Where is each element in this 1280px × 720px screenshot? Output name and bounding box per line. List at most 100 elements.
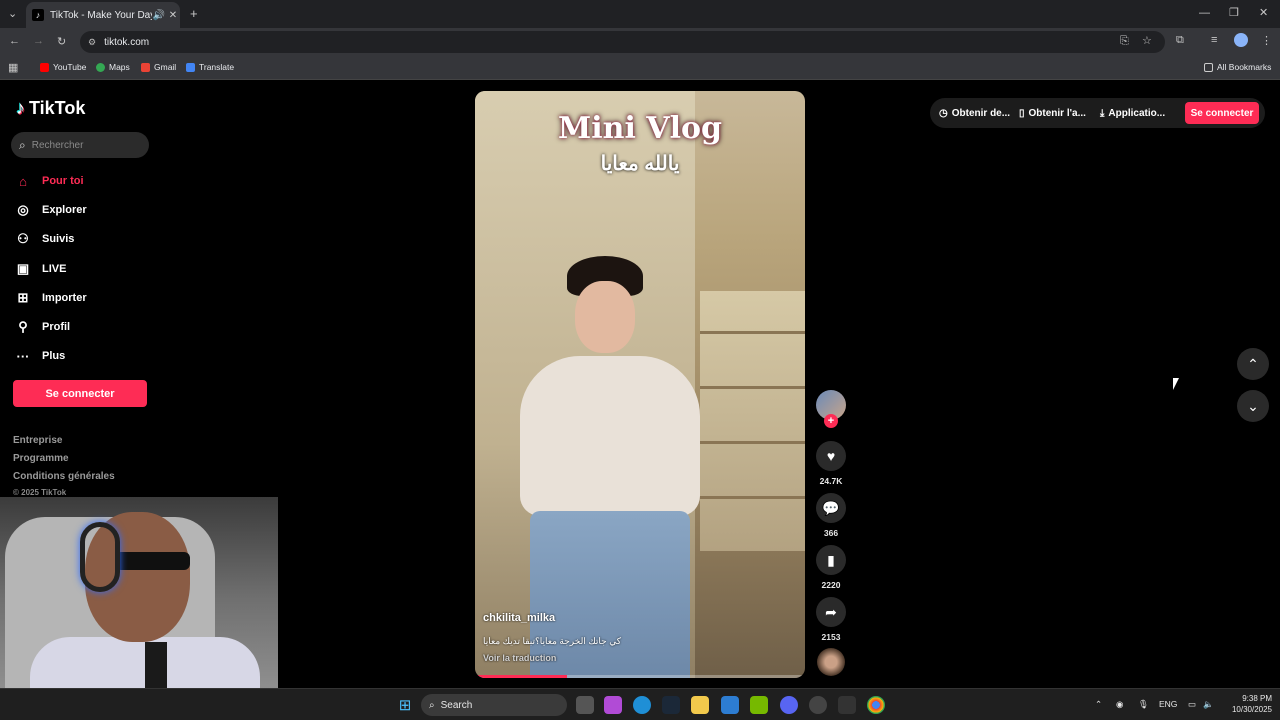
bookmark-star-icon[interactable]: ☆ (1142, 34, 1152, 47)
extensions-icon[interactable]: ⧉ (1176, 34, 1184, 47)
get-app-button[interactable]: ▯ Obtenir l'a... (1019, 102, 1086, 124)
app-icon[interactable] (809, 696, 827, 714)
nav-label: LIVE (42, 263, 67, 275)
tab-list-icon[interactable]: ⌄ (8, 7, 17, 20)
coin-icon: ◷ (939, 107, 948, 119)
next-video-button[interactable]: ⌄ (1237, 390, 1269, 422)
footer-link-programme[interactable]: Programme (13, 453, 69, 464)
microphone-icon[interactable]: 🎙 (1138, 699, 1149, 710)
login-button-sidebar[interactable]: Se connecter (13, 380, 147, 407)
video-shelf (700, 291, 805, 551)
file-explorer-icon[interactable] (691, 696, 709, 714)
bookmark-youtube[interactable]: YouTube (40, 62, 86, 72)
reload-icon[interactable]: ↻ (57, 35, 66, 48)
login-button-header[interactable]: Se connecter (1185, 102, 1259, 124)
footer-link-entreprise[interactable]: Entreprise (13, 435, 62, 446)
share-count: 2153 (821, 632, 841, 642)
share-button[interactable]: ➦ (816, 597, 846, 627)
close-tab-icon[interactable]: ✕ (166, 10, 180, 21)
taskbar-clock[interactable]: 9:38 PM 10/30/2025 (1222, 693, 1272, 715)
search-icon: ⌕ (429, 699, 435, 711)
taskbar-search[interactable]: ⌕ Search (421, 694, 567, 716)
address-bar[interactable]: ⚙ tiktok.com (80, 31, 1165, 53)
video-username[interactable]: chkilita_milka (483, 612, 555, 624)
search-placeholder: Rechercher (31, 139, 84, 151)
get-coins-button[interactable]: ◷ Obtenir de... (939, 102, 1010, 124)
copyright-text: © 2025 TikTok (13, 488, 67, 497)
tiktok-favicon-icon: ♪ (32, 9, 44, 21)
tray-overflow-icon[interactable]: ⌃ (1095, 699, 1102, 710)
copilot-icon[interactable] (604, 696, 622, 714)
music-disc[interactable] (817, 648, 845, 676)
save-count: 2220 (821, 580, 841, 590)
bookmarks-bar: ▦ YouTube Maps Gmail Translate All Bookm… (0, 56, 1280, 80)
minimize-icon[interactable]: — (1199, 7, 1210, 19)
tray-app-icon[interactable]: ◉ (1116, 699, 1123, 710)
steam-icon[interactable] (662, 696, 680, 714)
site-info-icon[interactable]: ⚙ (88, 37, 96, 48)
browser-tab[interactable]: ♪ TikTok - Make Your Day 🔊 ✕ (26, 2, 180, 28)
nav-pour-toi[interactable]: ⌂ Pour toi (16, 170, 156, 192)
store-icon[interactable] (721, 696, 739, 714)
nav-live[interactable]: ▣ LIVE (16, 258, 156, 280)
nav-explorer[interactable]: ◎ Explorer (16, 199, 156, 221)
network-icon[interactable]: ▭ (1188, 699, 1196, 710)
speaker-icon[interactable]: 🔊 (152, 10, 166, 21)
forward-icon[interactable]: → (33, 35, 44, 47)
capcut-icon[interactable] (838, 696, 856, 714)
edge-icon[interactable] (633, 696, 651, 714)
nvidia-icon[interactable] (750, 696, 768, 714)
new-tab-icon[interactable]: + (190, 6, 198, 21)
browser-tab-bar: ⌄ ♪ TikTok - Make Your Day 🔊 ✕ + — ❐ ✕ (0, 0, 1280, 28)
video-progress-bar[interactable] (475, 675, 805, 678)
clock-date: 10/30/2025 (1231, 705, 1272, 714)
install-app-icon[interactable]: ⎘ (1120, 35, 1129, 48)
taskbar-search-label: Search (440, 699, 473, 711)
tiktok-logo[interactable]: ♪ TikTok (16, 98, 85, 119)
back-icon[interactable]: ← (9, 35, 20, 47)
close-window-icon[interactable]: ✕ (1259, 6, 1268, 19)
bookmark-maps[interactable]: Maps (96, 62, 130, 72)
person-icon: ⚲ (18, 319, 28, 334)
see-translation-link[interactable]: Voir la traduction (483, 653, 556, 663)
task-view-icon[interactable] (576, 696, 594, 714)
webcam-overlay (0, 497, 278, 720)
bookmark-gmail[interactable]: Gmail (141, 62, 176, 72)
save-button[interactable]: ▮ (816, 545, 846, 575)
chevron-up-icon: ⌃ (1247, 355, 1259, 372)
desktop-app-button[interactable]: ⤓ Applicatio... (1100, 102, 1165, 124)
previous-video-button[interactable]: ⌃ (1237, 348, 1269, 380)
footer-link-conditions[interactable]: Conditions générales (13, 471, 115, 482)
video-caption: كي جاتك الخرجة معايا؟تبقا تديك معايا (483, 636, 622, 646)
media-controls-icon[interactable]: ≡ (1211, 34, 1217, 46)
language-indicator[interactable]: ENG (1159, 699, 1177, 709)
restore-icon[interactable]: ❐ (1229, 6, 1239, 19)
chrome-icon[interactable] (867, 696, 885, 714)
profile-avatar-icon[interactable] (1234, 33, 1248, 47)
video-player[interactable]: Mini Vlog يالله معايا chkilita_milka كي … (475, 91, 805, 678)
top-button-label: Obtenir de... (951, 107, 1011, 119)
bookmark-icon: ▮ (827, 551, 835, 568)
nav-suivis[interactable]: ⚇ Suivis (16, 228, 156, 250)
search-input[interactable]: ⌕ Rechercher (11, 132, 149, 158)
comment-icon: 💬 (822, 499, 840, 516)
apps-grid-icon[interactable]: ▦ (8, 61, 18, 74)
top-button-label: Applicatio... (1108, 107, 1166, 119)
follow-plus-icon[interactable]: + (824, 414, 838, 428)
nav-plus[interactable]: ··· Plus (16, 345, 156, 367)
discord-icon[interactable] (780, 696, 798, 714)
translate-icon (186, 62, 195, 72)
bookmark-label: YouTube (53, 62, 87, 72)
nav-importer[interactable]: ⊞ Importer (16, 287, 156, 309)
volume-icon[interactable]: 🔈 (1203, 699, 1214, 710)
nav-profil[interactable]: ⚲ Profil (16, 316, 156, 338)
nav-label: Pour toi (42, 175, 84, 187)
gmail-icon (141, 62, 150, 72)
menu-icon[interactable]: ⋮ (1261, 34, 1272, 47)
comment-button[interactable]: 💬 (816, 493, 846, 523)
windows-start-icon[interactable]: ⊞ (396, 696, 414, 714)
bookmark-translate[interactable]: Translate (186, 62, 234, 72)
like-button[interactable]: ♥ (816, 441, 846, 471)
search-icon: ⌕ (19, 137, 26, 152)
all-bookmarks[interactable]: All Bookmarks (1204, 62, 1271, 72)
